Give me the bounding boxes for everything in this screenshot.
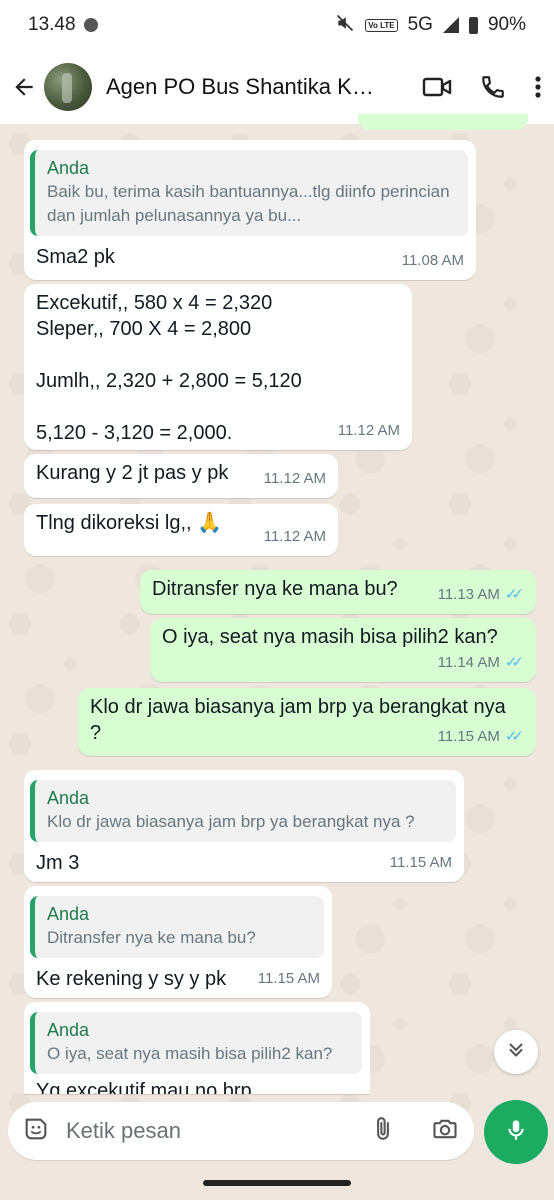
message-time: 11.15 AM xyxy=(437,728,500,745)
message-composer: Ketik pesan xyxy=(8,1102,474,1160)
message-time: 11.15 AM xyxy=(257,970,320,987)
message-bubble-incoming[interactable]: Anda O iya, seat nya masih bisa pilih2 k… xyxy=(24,1002,370,1094)
message-text: Yg excekutif mau no brp xyxy=(36,1080,252,1094)
message-bubble-incoming[interactable]: Tlng dikoreksi lg,, 🙏 11.12 AM xyxy=(24,504,338,556)
home-indicator[interactable] xyxy=(203,1180,351,1186)
message-bubble-incoming[interactable]: Excekutif,, 580 x 4 = 2,320 Sleper,, 700… xyxy=(24,284,412,450)
quoted-message[interactable]: Anda Klo dr jawa biasanya jam brp ya ber… xyxy=(30,780,456,842)
contact-avatar[interactable] xyxy=(44,63,92,111)
chevron-double-down-icon xyxy=(505,1039,527,1066)
quote-sender: Anda xyxy=(47,1020,90,1040)
quoted-message[interactable]: Anda Baik bu, terima kasih bantuannya...… xyxy=(30,150,468,236)
back-arrow-icon[interactable] xyxy=(8,71,40,103)
message-bubble-outgoing[interactable]: Klo dr jawa biasanya jam brp ya berangka… xyxy=(78,688,536,756)
previous-message-bubble-partial xyxy=(358,114,528,130)
message-time: 11.12 AM xyxy=(337,422,400,439)
message-time: 11.15 AM xyxy=(389,854,452,871)
mic-icon xyxy=(503,1115,529,1150)
nav-bar-area xyxy=(0,1172,554,1200)
message-text: O iya, seat nya masih bisa pilih2 kan? xyxy=(162,626,498,648)
quote-text: Baik bu, terima kasih bantuannya...tlg d… xyxy=(47,182,450,225)
network-label: 5G xyxy=(407,14,433,35)
quoted-message[interactable]: Anda O iya, seat nya masih bisa pilih2 k… xyxy=(30,1012,362,1074)
quote-text: Ditransfer nya ke mana bu? xyxy=(47,928,256,947)
sticker-icon[interactable] xyxy=(22,1115,50,1148)
video-call-icon[interactable] xyxy=(422,74,452,100)
battery-icon xyxy=(468,16,478,34)
chat-title[interactable]: Agen PO Bus Shantika Kudus xyxy=(106,74,376,100)
message-bubble-incoming[interactable]: Anda Baik bu, terima kasih bantuannya...… xyxy=(24,140,476,280)
quoted-message[interactable]: Anda Ditransfer nya ke mana bu? xyxy=(30,896,324,958)
quote-sender: Anda xyxy=(47,904,90,924)
message-bubble-outgoing[interactable]: O iya, seat nya masih bisa pilih2 kan? 1… xyxy=(150,618,536,682)
camera-icon[interactable] xyxy=(430,1115,460,1148)
quote-text: O iya, seat nya masih bisa pilih2 kan? xyxy=(47,1044,333,1063)
notification-dot-icon xyxy=(83,18,98,32)
message-time: 11.08 AM xyxy=(401,252,464,269)
volte-icon: Vo LTE xyxy=(365,18,398,32)
message-text: Sma2 pk xyxy=(36,246,115,268)
quote-sender: Anda xyxy=(47,788,90,808)
message-bubble-incoming[interactable]: Kurang y 2 jt pas y pk 11.12 AM xyxy=(24,454,338,498)
message-bubble-incoming[interactable]: Anda Ditransfer nya ke mana bu? Ke reken… xyxy=(24,886,332,998)
read-ticks-icon: ✓✓ xyxy=(504,654,524,671)
attach-icon[interactable] xyxy=(370,1115,396,1148)
message-time: 11.13 AM xyxy=(437,586,500,603)
quote-sender: Anda xyxy=(47,158,90,178)
status-bar: 13.48 Vo LTE 5G 90% xyxy=(0,0,554,50)
more-vert-icon[interactable] xyxy=(534,74,542,100)
read-ticks-icon: ✓✓ xyxy=(504,586,524,603)
message-bubble-outgoing[interactable]: Ditransfer nya ke mana bu? 11.13 AM ✓✓ xyxy=(140,570,536,614)
message-time: 11.14 AM xyxy=(437,654,500,671)
message-time: 11.12 AM xyxy=(263,528,326,545)
chat-header: Agen PO Bus Shantika Kudus xyxy=(0,50,554,124)
quote-text: Klo dr jawa biasanya jam brp ya berangka… xyxy=(47,812,415,831)
signal-icon xyxy=(442,17,459,33)
message-time: 11.12 AM xyxy=(263,470,326,487)
read-ticks-icon: ✓✓ xyxy=(504,728,524,745)
voice-message-button[interactable] xyxy=(484,1100,548,1164)
message-input[interactable]: Ketik pesan xyxy=(66,1118,181,1144)
mute-icon xyxy=(335,13,355,38)
battery-percent: 90% xyxy=(487,14,526,35)
scroll-to-bottom-button[interactable] xyxy=(494,1030,538,1074)
message-bubble-incoming[interactable]: Anda Klo dr jawa biasanya jam brp ya ber… xyxy=(24,770,464,882)
status-time: 13.48 xyxy=(28,14,76,35)
phone-icon[interactable] xyxy=(480,74,506,100)
